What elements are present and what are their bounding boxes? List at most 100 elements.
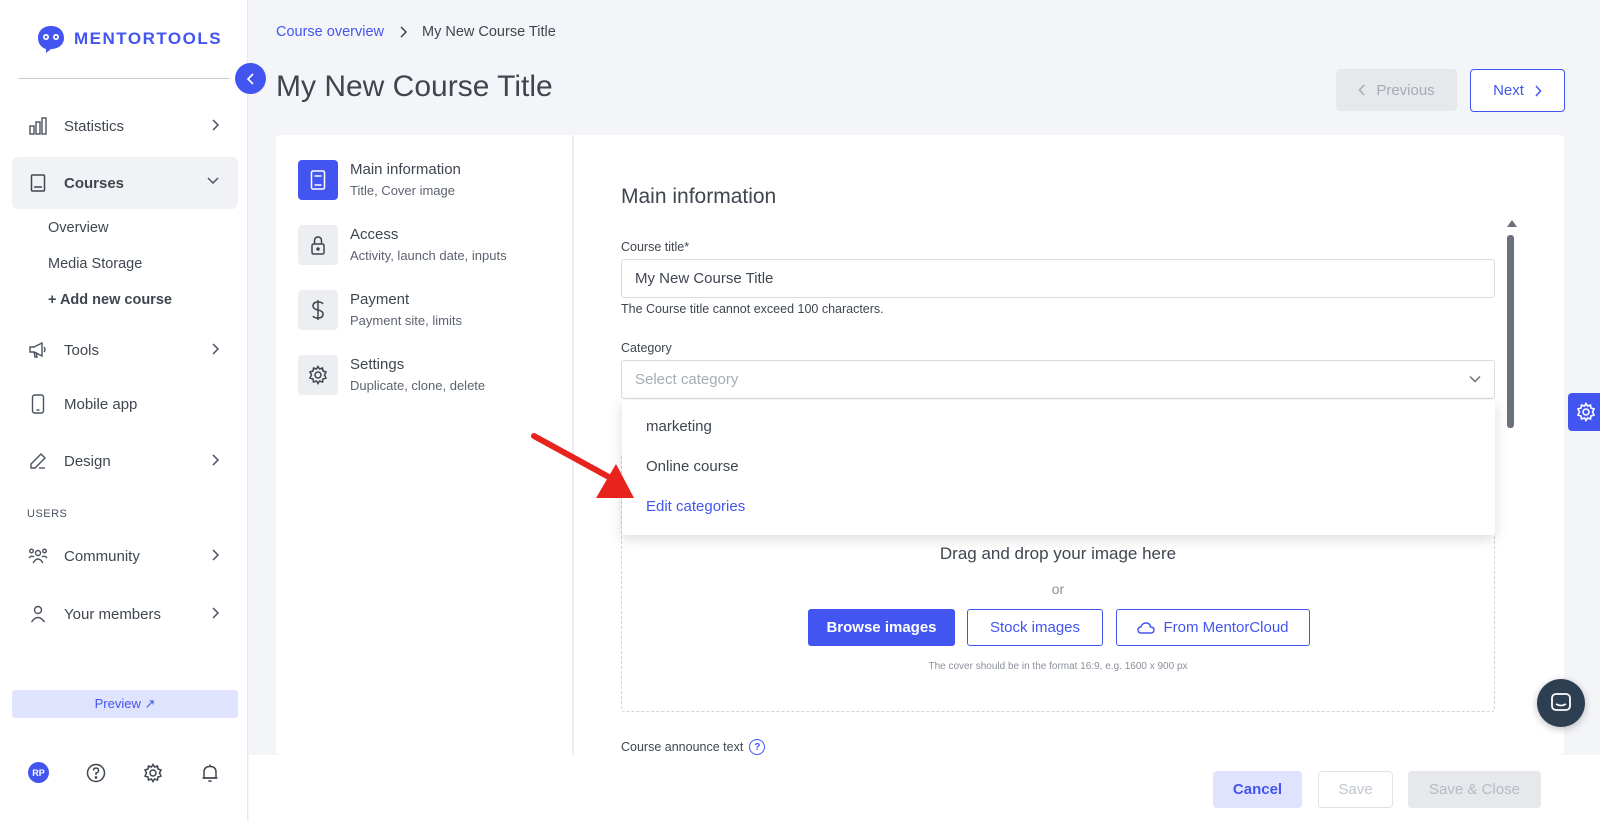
sidebar-subitem-media-storage[interactable]: Media Storage: [48, 256, 142, 272]
sidebar-subitem-add-course[interactable]: + Add new course: [48, 292, 172, 308]
document-icon: [298, 160, 338, 200]
chevron-down-icon: [207, 177, 219, 185]
chat-widget-button[interactable]: [1537, 679, 1585, 727]
scrollbar-thumb[interactable]: [1507, 235, 1514, 428]
mentorcloud-button[interactable]: From MentorCloud: [1116, 609, 1310, 646]
gear-icon: [298, 355, 338, 395]
robot-logo-icon: [38, 26, 64, 53]
stock-images-button[interactable]: Stock images: [967, 609, 1103, 646]
cancel-button[interactable]: Cancel: [1213, 771, 1302, 808]
next-button-label: Next: [1493, 82, 1524, 99]
step-subtitle: Duplicate, clone, delete: [350, 378, 486, 393]
pencil-icon: [28, 451, 48, 471]
section-label-users: USERS: [27, 508, 68, 520]
breadcrumb: Course overview My New Course Title: [276, 24, 556, 40]
floating-settings-button[interactable]: [1568, 393, 1600, 431]
previous-button-label: Previous: [1376, 81, 1435, 99]
gear-icon: [1576, 402, 1596, 422]
avatar[interactable]: RP: [28, 762, 49, 783]
sidebar-item-statistics[interactable]: Statistics: [12, 100, 238, 152]
chevron-right-icon: [212, 454, 220, 466]
sidebar-item-label: Courses: [64, 174, 125, 192]
chevron-right-icon: [400, 26, 408, 38]
course-title-input[interactable]: My New Course Title: [621, 259, 1495, 298]
dollar-icon: [298, 290, 338, 330]
chevron-down-icon: [1469, 375, 1481, 383]
bar-chart-icon: [28, 116, 48, 136]
sidebar-item-label: Statistics: [64, 117, 125, 135]
cover-format-note: The cover should be in the format 16:9, …: [928, 661, 1188, 672]
step-title: Access: [350, 226, 399, 243]
phone-icon: [28, 394, 48, 414]
people-icon: [28, 546, 48, 566]
course-title-label: Course title*: [621, 240, 690, 254]
sidebar-footer: RP: [28, 762, 220, 783]
bell-icon[interactable]: [200, 763, 220, 783]
sidebar-divider: [18, 78, 230, 79]
chevron-right-icon: [212, 119, 220, 131]
next-button[interactable]: Next: [1470, 69, 1565, 112]
sidebar-item-label: Mobile app: [64, 395, 138, 413]
help-icon[interactable]: [86, 763, 106, 783]
step-subtitle: Title, Cover image: [350, 183, 455, 198]
logo[interactable]: MENTORTOOLS: [36, 24, 222, 54]
step-title: Main information: [350, 161, 461, 178]
scroll-up-arrow-icon[interactable]: [1507, 220, 1517, 227]
sidebar-item-label: Community: [64, 547, 140, 565]
sidebar: MENTORTOOLS Statistics Courses Overview …: [0, 0, 248, 821]
step-main-information[interactable]: Main information Title, Cover image: [298, 160, 461, 200]
brand-name: MENTORTOOLS: [74, 29, 223, 48]
step-settings[interactable]: Settings Duplicate, clone, delete: [298, 355, 485, 395]
sidebar-subitem-overview[interactable]: Overview: [48, 220, 108, 236]
sidebar-item-community[interactable]: Community: [12, 530, 238, 582]
save-button[interactable]: Save: [1318, 771, 1393, 808]
previous-button[interactable]: Previous: [1336, 69, 1457, 111]
course-announce-label: Course announce text: [621, 740, 744, 754]
help-icon[interactable]: ?: [749, 739, 766, 755]
save-close-button[interactable]: Save & Close: [1408, 771, 1541, 808]
annotation-arrow-icon: [531, 433, 634, 498]
form-section-title: Main information: [621, 185, 777, 208]
sidebar-item-courses[interactable]: Courses: [12, 157, 238, 209]
category-placeholder: Select category: [635, 371, 739, 388]
breadcrumb-current: My New Course Title: [422, 24, 556, 40]
category-select[interactable]: Select category: [621, 360, 1495, 399]
sidebar-collapse-button[interactable]: [235, 63, 266, 94]
chevron-right-icon: [212, 343, 220, 355]
chevron-right-icon: [212, 607, 220, 619]
page-title: My New Course Title: [276, 70, 553, 103]
sidebar-item-label: Design: [64, 452, 111, 470]
sidebar-item-your-members[interactable]: Your members: [12, 588, 238, 640]
browse-images-button[interactable]: Browse images: [808, 609, 955, 646]
course-title-hint: The Course title cannot exceed 100 chara…: [621, 302, 884, 316]
chevron-left-icon: [1358, 84, 1365, 96]
step-subtitle: Activity, launch date, inputs: [350, 248, 507, 263]
chevron-right-icon: [212, 549, 220, 561]
sidebar-item-design[interactable]: Design: [12, 435, 238, 487]
chevron-left-icon: [246, 72, 254, 85]
edit-categories-link[interactable]: Edit categories: [646, 498, 745, 515]
dropzone-or: or: [1051, 581, 1065, 597]
cloud-icon: [1137, 621, 1156, 634]
step-payment[interactable]: Payment Payment site, limits: [298, 290, 462, 330]
preview-button[interactable]: Preview ↗: [12, 690, 238, 718]
gear-icon[interactable]: [143, 762, 163, 783]
category-dropdown: marketing Online course Edit categories: [622, 400, 1495, 535]
lock-icon: [298, 225, 338, 265]
step-title: Settings: [350, 356, 405, 373]
breadcrumb-link-course-overview[interactable]: Course overview: [276, 24, 384, 40]
chevron-right-icon: [1535, 84, 1542, 97]
sidebar-item-label: Tools: [64, 341, 100, 359]
person-icon: [28, 604, 48, 624]
sidebar-item-tools[interactable]: Tools: [12, 324, 238, 376]
course-title-value: My New Course Title: [635, 270, 774, 287]
sidebar-item-mobile-app[interactable]: Mobile app: [12, 378, 238, 430]
chat-icon: [1551, 693, 1571, 711]
footer-bar: [249, 755, 1600, 821]
mentorcloud-label: From MentorCloud: [1163, 619, 1289, 636]
megaphone-icon: [28, 340, 48, 360]
step-access[interactable]: Access Activity, launch date, inputs: [298, 225, 507, 265]
category-label: Category: [621, 341, 672, 355]
sidebar-item-label: Your members: [64, 605, 161, 623]
step-title: Payment: [350, 291, 410, 308]
